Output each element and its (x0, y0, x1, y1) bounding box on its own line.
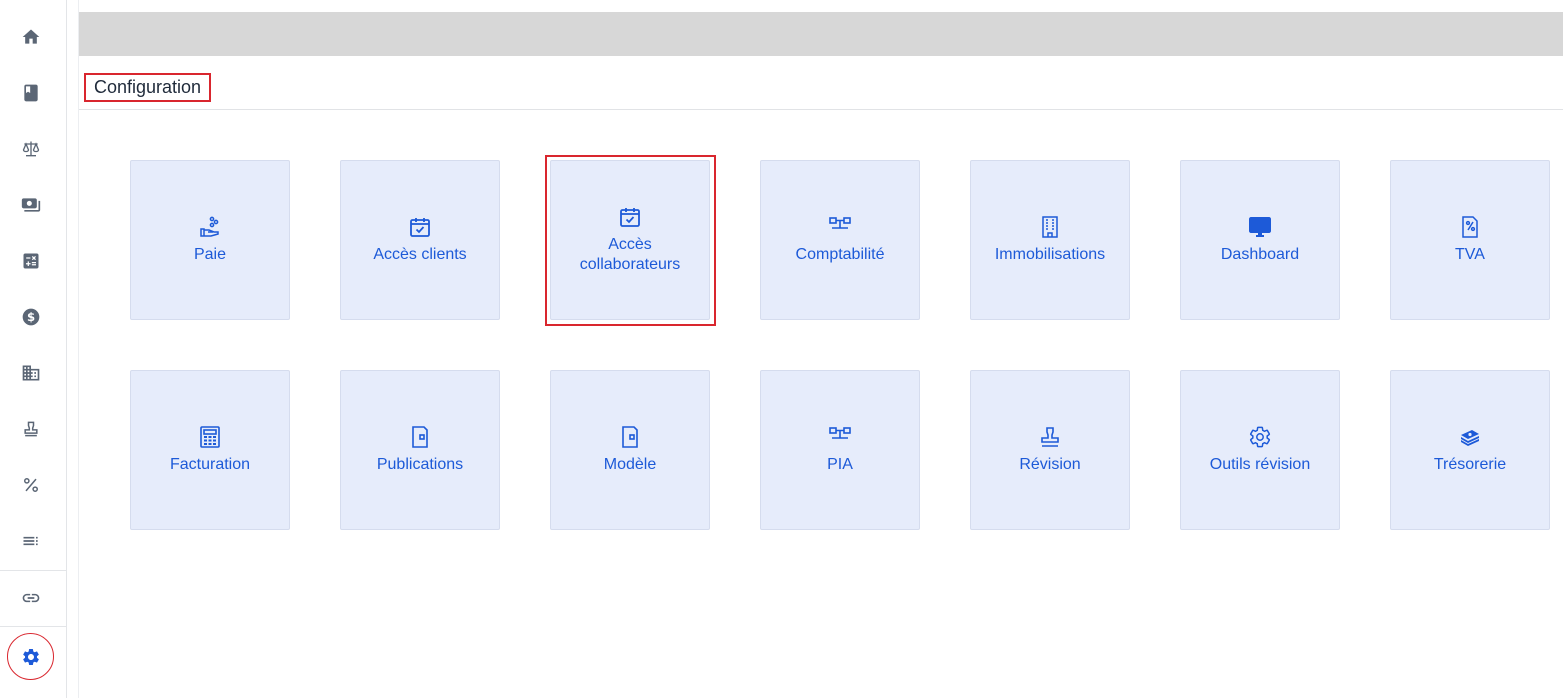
gear-icon (1249, 426, 1271, 448)
sidebar-item-dollar[interactable]: $ (0, 297, 62, 337)
hierarchy-icon (829, 217, 851, 229)
tile-label: Paie (193, 246, 227, 263)
cash-stack-icon (1461, 430, 1479, 446)
book-icon (24, 84, 38, 102)
sidebar-item-home[interactable] (0, 17, 62, 57)
sidebar-item-percent[interactable] (0, 465, 62, 505)
sidebar-item-calculator[interactable] (0, 241, 62, 281)
tile-label: TVA (1455, 246, 1485, 263)
tile-paie[interactable]: Paie (130, 160, 290, 320)
tile-dashboard[interactable]: Dashboard (1180, 160, 1340, 320)
sidebar: $ (0, 0, 67, 698)
tile-immobilisations[interactable]: Immobilisations (970, 160, 1130, 320)
link-icon (22, 593, 40, 603)
tile-revision[interactable]: Révision (970, 370, 1130, 530)
money-icon (21, 198, 41, 212)
calculator-icon (200, 426, 220, 448)
hierarchy-icon (829, 427, 851, 439)
sidebar-item-book[interactable] (0, 73, 62, 113)
section-header: Configuration (79, 68, 1563, 110)
tile-label: PIA (827, 456, 853, 473)
tile-tresorerie[interactable]: Trésorerie (1390, 370, 1550, 530)
tile-outils-revision[interactable]: Outils révision (1180, 370, 1340, 530)
percent-icon (24, 478, 39, 492)
sidebar-item-list[interactable] (0, 521, 62, 561)
tile-acces-clients[interactable]: Accès clients (340, 160, 500, 320)
tile-label: Dashboard (1220, 246, 1300, 263)
tile-label: Publications (376, 456, 464, 473)
tile-comptabilite[interactable]: Comptabilité (760, 160, 920, 320)
main-content: Configuration Paie Accès clients Accès c… (78, 0, 1563, 698)
sidebar-divider (0, 570, 66, 571)
tile-label: Immobilisations (994, 246, 1106, 263)
stamp-icon (24, 421, 38, 437)
tile-tva[interactable]: TVA (1390, 160, 1550, 320)
hand-coins-icon (200, 216, 219, 237)
dollar-icon: $ (22, 308, 40, 326)
sidebar-item-balance[interactable] (0, 129, 62, 169)
tile-label: Modèle (603, 456, 657, 473)
tile-label: Trésorerie (1433, 456, 1507, 473)
building-icon (22, 365, 40, 381)
list-icon (23, 536, 38, 546)
page-title: Configuration (84, 73, 212, 102)
tile-facturation[interactable]: Facturation (130, 370, 290, 530)
svg-text:$: $ (27, 310, 35, 324)
folder-icon (412, 426, 428, 448)
home-icon (22, 29, 40, 44)
sidebar-divider (0, 626, 66, 627)
selection-highlight (545, 155, 716, 326)
sidebar-item-link[interactable] (0, 578, 62, 618)
sidebar-item-stamp[interactable] (0, 409, 62, 449)
tile-publications[interactable]: Publications (340, 370, 500, 530)
tile-label: Facturation (169, 456, 251, 473)
tile-label: Accès clients (373, 246, 467, 263)
tile-label: Outils révision (1209, 456, 1311, 473)
top-bar (79, 12, 1563, 56)
folder-icon (622, 426, 638, 448)
tile-modele[interactable]: Modèle (550, 370, 710, 530)
tile-label: Révision (1019, 456, 1081, 473)
building-icon (1042, 216, 1058, 238)
sidebar-item-building[interactable] (0, 353, 62, 393)
calendar-check-icon (410, 218, 430, 237)
tile-label: Comptabilité (795, 246, 885, 263)
balance-scale-icon (22, 141, 40, 157)
stamp-icon (1041, 427, 1059, 447)
monitor-icon (1249, 217, 1271, 237)
active-item-highlight (7, 633, 54, 680)
percent-document-icon (1462, 216, 1478, 238)
calculator-icon (23, 253, 39, 269)
tile-pia[interactable]: PIA (760, 370, 920, 530)
sidebar-item-money[interactable] (0, 185, 62, 225)
